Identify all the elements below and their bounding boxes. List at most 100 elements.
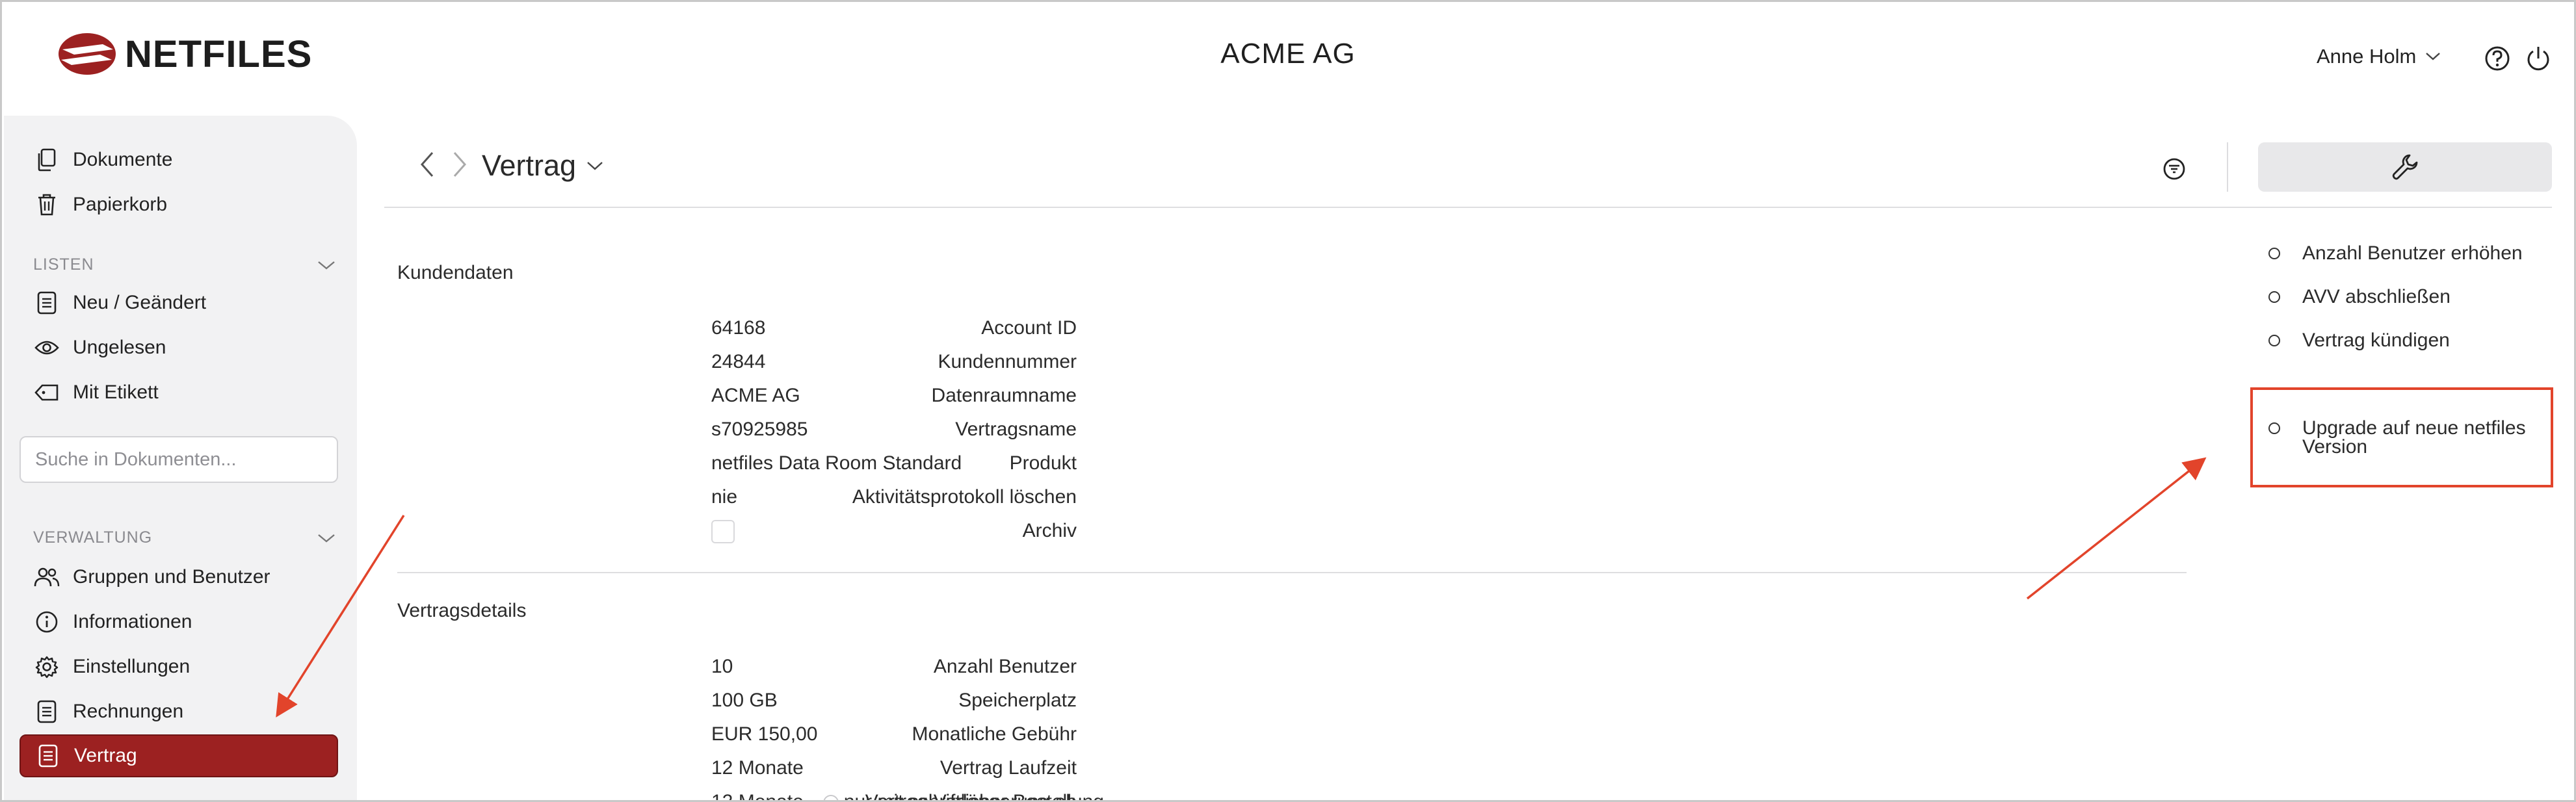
user-menu[interactable]: Anne Holm [2317, 45, 2441, 68]
wrench-icon [2392, 154, 2418, 180]
toolbar-divider [2227, 142, 2228, 192]
field-value: nie [711, 486, 738, 508]
field-value: ACME AG [711, 385, 800, 406]
sidebar-item-label: Rechnungen [73, 701, 184, 722]
field-label: Datenraumname [931, 385, 1077, 406]
action-label: Anzahl Benutzer erhöhen [2302, 242, 2523, 264]
field-value: 12 Monate [711, 757, 804, 779]
sidebar-item-label: Mit Etikett [73, 382, 159, 403]
radio-circle-icon [2268, 335, 2280, 346]
field-value: s70925985 [711, 419, 808, 440]
field-label: Vertrag Laufzeit [940, 757, 1077, 779]
renewal-note: nur mit schriftlicher Bestellung [843, 791, 1104, 802]
sidebar-item-neu-geaendert[interactable]: Neu / Geändert [20, 281, 338, 324]
sidebar-item-rechnungen[interactable]: Rechnungen [20, 690, 338, 733]
field-row: Anzahl Benutzer 10 [397, 656, 1568, 682]
sidebar: Dokumente Papierkorb LISTEN Neu / Geände… [4, 116, 357, 800]
field-row: Vertrag Verlängerung ab 12 Monate nur mit… [397, 791, 1568, 802]
field-label: Aktivitätsprotokoll löschen [852, 486, 1077, 508]
sidebar-item-label: Dokumente [73, 149, 173, 170]
chevron-down-icon [318, 261, 335, 270]
filter-icon[interactable] [2162, 157, 2187, 181]
sidebar-item-label: Vertrag [74, 745, 137, 766]
section-label: LISTEN [33, 255, 94, 274]
section-divider [397, 572, 2187, 573]
sidebar-item-gruppen-und-benutzer[interactable]: Gruppen und Benutzer [20, 556, 338, 599]
sidebar-item-papierkorb[interactable]: Papierkorb [20, 183, 338, 226]
radio-circle-icon [2268, 248, 2280, 259]
sidebar-item-label: Neu / Geändert [73, 292, 207, 313]
help-icon[interactable] [2484, 45, 2511, 72]
documents-icon [34, 147, 60, 173]
header-divider [384, 207, 2552, 208]
action-anzahl-benutzer-erhoehen[interactable]: Anzahl Benutzer erhöhen [2268, 244, 2523, 263]
gear-icon [34, 654, 60, 680]
field-label: Monatliche Gebühr [912, 723, 1077, 745]
field-value: 12 Monate nur mit schriftlicher Bestellun… [711, 791, 1104, 802]
trash-icon [34, 192, 60, 218]
section-title-kundendaten: Kundendaten [397, 262, 514, 283]
contract-icon [35, 743, 61, 769]
top-bar: NETFILES ACME AG Anne Holm [2, 2, 2574, 116]
chevron-down-icon [587, 162, 603, 170]
page-title: Vertrag [482, 149, 577, 182]
field-row: Monatliche Gebühr EUR 150,00 [397, 723, 1568, 749]
chevron-down-icon [2426, 53, 2441, 60]
info-icon [34, 609, 60, 635]
power-icon[interactable] [2525, 45, 2552, 72]
field-value: 24844 [711, 351, 766, 372]
field-label: Archiv [1022, 520, 1077, 541]
field-value: netfiles Data Room Standard [711, 452, 962, 474]
radio-circle-icon [2268, 291, 2280, 303]
archiv-checkbox[interactable] [711, 520, 735, 543]
section-header-listen[interactable]: LISTEN [33, 255, 335, 274]
tools-button[interactable] [2258, 142, 2552, 192]
chevron-down-icon [318, 534, 335, 543]
sidebar-item-label: Papierkorb [73, 194, 168, 215]
sidebar-item-informationen[interactable]: Informationen [20, 601, 338, 643]
field-label: Account ID [981, 317, 1077, 339]
user-name: Anne Holm [2317, 45, 2417, 68]
field-row: Vertrag Laufzeit 12 Monate [397, 757, 1568, 783]
search-input[interactable] [20, 436, 338, 483]
field-label: Anzahl Benutzer [933, 656, 1077, 677]
section-header-verwaltung[interactable]: VERWALTUNG [33, 528, 335, 547]
sidebar-item-mit-etikett[interactable]: Mit Etikett [20, 371, 338, 414]
field-value: EUR 150,00 [711, 723, 818, 745]
field-row: Produkt netfiles Data Room Standard [397, 452, 1568, 478]
sidebar-item-label: Ungelesen [73, 337, 166, 358]
action-vertrag-kuendigen[interactable]: Vertrag kündigen [2268, 331, 2450, 350]
field-row: Account ID 64168 [397, 317, 1568, 343]
action-avv-abschliessen[interactable]: AVV abschließen [2268, 286, 2451, 307]
view-title-dropdown[interactable]: Vertrag [482, 149, 603, 183]
field-value: 64168 [711, 317, 766, 339]
users-icon [34, 564, 60, 590]
field-row: Aktivitätsprotokoll löschen nie [397, 486, 1568, 512]
annotation-arrow-right [2026, 457, 2207, 600]
sidebar-item-dokumente[interactable]: Dokumente [20, 138, 338, 181]
action-label: Vertrag kündigen [2302, 330, 2450, 351]
sidebar-item-einstellungen[interactable]: Einstellungen [20, 645, 338, 688]
renewal-value: 12 Monate [711, 791, 804, 802]
field-label: Produkt [1009, 452, 1077, 474]
sidebar-item-label: Gruppen und Benutzer [73, 566, 270, 588]
eye-icon [34, 335, 60, 361]
field-row: Datenraumname ACME AG [397, 385, 1568, 411]
section-label: VERWALTUNG [33, 528, 153, 547]
field-label: Speicherplatz [958, 690, 1077, 711]
written-order-checkbox[interactable] [822, 795, 839, 800]
sidebar-item-ungelesen[interactable]: Ungelesen [20, 326, 338, 369]
app-window: NETFILES ACME AG Anne Holm Dokumente Pap… [0, 0, 2576, 802]
back-arrow-icon[interactable] [418, 150, 436, 179]
section-title-vertragsdetails: Vertragsdetails [397, 600, 527, 621]
field-row: Kundennummer 24844 [397, 351, 1568, 377]
invoice-icon [34, 699, 60, 725]
sidebar-item-vertrag[interactable]: Vertrag [20, 734, 338, 777]
history-navigation [418, 150, 469, 179]
sidebar-item-label: Informationen [73, 611, 192, 632]
sidebar-item-label: Einstellungen [73, 656, 191, 677]
list-icon [34, 290, 60, 316]
field-label: Kundennummer [938, 351, 1077, 372]
forward-arrow-icon[interactable] [451, 150, 469, 179]
action-label: AVV abschließen [2302, 286, 2451, 307]
